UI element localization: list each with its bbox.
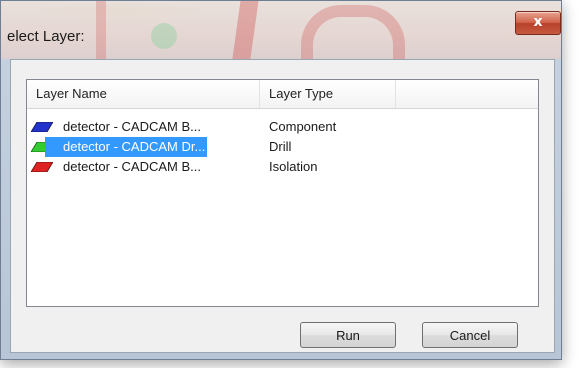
- background-shape: [96, 1, 106, 59]
- window-title: elect Layer:: [7, 28, 85, 45]
- layer-type: Isolation: [269, 159, 318, 174]
- list-item[interactable]: detector - CADCAM B... Component: [27, 117, 538, 137]
- background-shape: [151, 23, 177, 49]
- column-header-layer-type[interactable]: Layer Type: [260, 80, 396, 108]
- select-layer-dialog: elect Layer: x Layer Name Layer Type det…: [0, 0, 562, 360]
- background-shape: [301, 5, 405, 59]
- layer-type: Component: [269, 119, 337, 134]
- run-button[interactable]: Run: [300, 322, 396, 348]
- column-header-layer-name[interactable]: Layer Name: [27, 80, 260, 108]
- close-icon: x: [533, 14, 543, 30]
- list-item[interactable]: detector - CADCAM Dr... Drill: [27, 137, 538, 157]
- layer-name: detector - CADCAM Dr...: [45, 137, 208, 157]
- layer-list[interactable]: Layer Name Layer Type detector - CADCAM …: [26, 79, 539, 307]
- layer-name: detector - CADCAM B...: [63, 159, 201, 174]
- dialog-client-area: Layer Name Layer Type detector - CADCAM …: [10, 59, 555, 353]
- close-button[interactable]: x: [515, 11, 561, 35]
- list-header: Layer Name Layer Type: [27, 80, 538, 109]
- list-item[interactable]: detector - CADCAM B... Isolation: [27, 157, 538, 177]
- layer-type: Drill: [269, 139, 292, 154]
- cancel-button[interactable]: Cancel: [422, 322, 518, 348]
- background-shape: [232, 1, 260, 59]
- title-bar[interactable]: elect Layer: x: [1, 1, 561, 59]
- layer-name: detector - CADCAM B...: [63, 119, 201, 134]
